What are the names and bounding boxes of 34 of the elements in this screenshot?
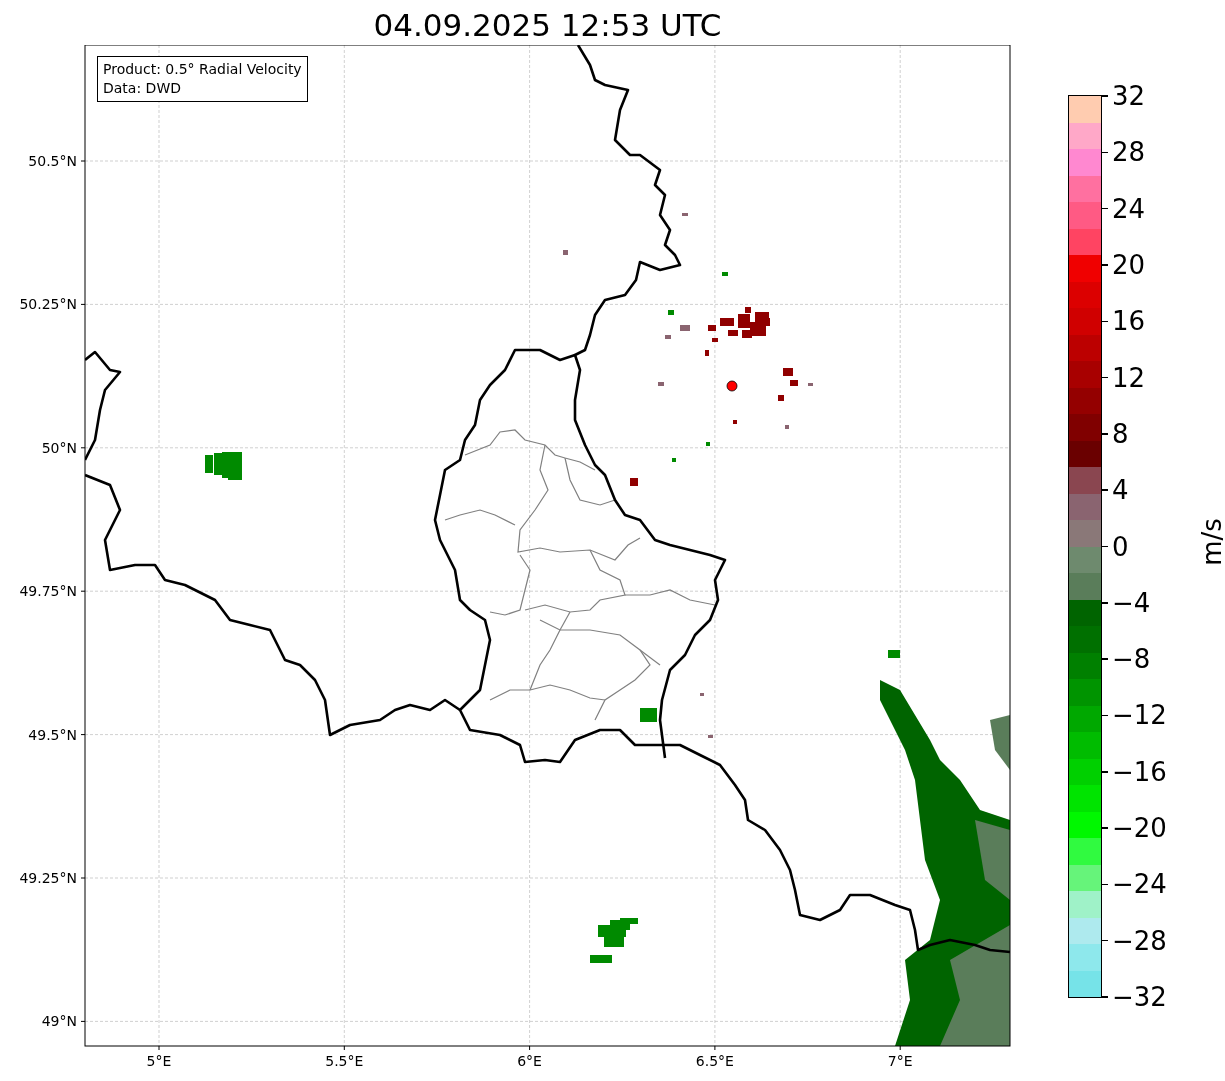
- axis-tick-label: 5°E: [146, 1053, 172, 1069]
- axis-tick-label: 49°N: [41, 1013, 77, 1030]
- radar-site-marker: [726, 380, 738, 392]
- colorbar-unit-label: m/s: [1197, 517, 1225, 566]
- colorbar-tick-label: 32: [1112, 81, 1146, 111]
- colorbar-tick-label: 16: [1112, 306, 1146, 337]
- axis-tick-label: 6.5°E: [695, 1053, 734, 1069]
- colorbar-tick-label: −16: [1112, 756, 1167, 787]
- info-text: Data: DWD: [103, 79, 182, 98]
- colorbar-tick-label: 28: [1112, 137, 1146, 168]
- colorbar-tick-label: −8: [1112, 644, 1151, 675]
- axis-tick-label: 6°E: [517, 1053, 542, 1069]
- axis-tick-label: 7°E: [887, 1053, 913, 1069]
- colorbar-tick-label: 12: [1112, 362, 1146, 393]
- colorbar-tick-label: 4: [1112, 475, 1129, 506]
- chart-title: 04.09.2025 12:53 UTC: [372, 5, 723, 45]
- axis-tick-label: 50.5°N: [28, 153, 77, 169]
- axis-tick-label: 5.5°E: [325, 1053, 364, 1069]
- colorbar-tick-label: −28: [1112, 925, 1167, 956]
- colorbar-tick-label: 24: [1112, 193, 1146, 224]
- colorbar-tick-label: 20: [1112, 249, 1146, 280]
- colorbar-tick-label: −12: [1112, 700, 1167, 731]
- colorbar-tick-label: 0: [1112, 531, 1129, 562]
- colorbar-tick-label: −24: [1112, 869, 1167, 900]
- axis-tick-label: 50°N: [41, 439, 77, 456]
- info-text: Product: 0.5° Radial Velocity: [103, 60, 302, 79]
- colorbar-tick-label: −4: [1112, 587, 1151, 618]
- axis-tick-label: 49.25°N: [19, 870, 77, 886]
- axis-tick-label: 49.75°N: [19, 583, 77, 600]
- axis-tick-label: 49.5°N: [28, 726, 77, 743]
- colorbar-tick-label: 8: [1112, 418, 1129, 449]
- axis-tick-label: 50.25°N: [19, 296, 77, 313]
- colorbar-tick-label: −32: [1112, 982, 1167, 1012]
- colorbar-tick-label: −20: [1112, 813, 1167, 844]
